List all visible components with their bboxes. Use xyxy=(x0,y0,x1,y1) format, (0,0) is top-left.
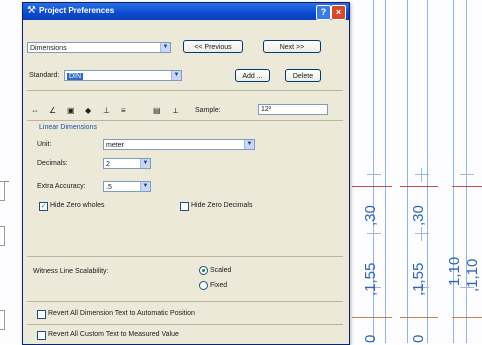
extra-accuracy-label: Extra Accuracy: xyxy=(37,183,86,190)
unit-select[interactable]: meter ▼ xyxy=(103,139,255,150)
category-value: Dimensions xyxy=(30,45,67,52)
dimension-node xyxy=(415,168,429,182)
extra-accuracy-select[interactable]: .5 ▼ xyxy=(103,181,151,192)
help-button[interactable]: ? xyxy=(316,5,331,20)
revert-custom-text-checkbox[interactable] xyxy=(37,331,46,340)
edge-mark xyxy=(0,181,5,201)
project-preferences-dialog: ⚒ Project Preferences ? × Dimensions ▼ <… xyxy=(22,2,350,345)
standard-value: DIN xyxy=(67,73,84,80)
dimension-text[interactable]: 1,10 xyxy=(446,257,463,286)
group-heading: Linear Dimensions xyxy=(39,124,97,131)
standard-select[interactable]: DIN ▼ xyxy=(64,70,182,81)
add-button[interactable]: Add ... xyxy=(235,69,270,82)
decimals-select[interactable]: 2 ▼ xyxy=(103,158,151,169)
grid-line xyxy=(453,0,454,343)
divider xyxy=(27,90,343,91)
level-icon[interactable]: ◆ xyxy=(85,106,91,115)
standard-label: Standard: xyxy=(29,72,60,79)
decimals-label: Decimals: xyxy=(37,160,68,167)
unit-label: Unit: xyxy=(37,141,52,148)
chevron-down-icon[interactable]: ▼ xyxy=(160,43,170,52)
hide-zero-wholes-label[interactable]: Hide Zero wholes xyxy=(50,202,104,209)
dimension-style-icon[interactable]: ▤ xyxy=(153,106,161,115)
sample-label: Sample: xyxy=(195,107,221,114)
fixed-label[interactable]: Fixed xyxy=(210,282,227,289)
dimension-marker xyxy=(400,186,438,187)
decimals-value: 2 xyxy=(106,161,110,168)
chevron-down-icon[interactable]: ▼ xyxy=(171,71,181,80)
chevron-down-icon[interactable]: ▼ xyxy=(140,159,150,168)
unit-value: meter xyxy=(106,142,124,149)
hide-zero-decimals-checkbox[interactable] xyxy=(180,202,189,211)
marker-icon[interactable]: ⟂ xyxy=(173,106,178,116)
dimension-text[interactable]: ,1,10 xyxy=(464,259,481,292)
witness-label: Witness Line Scalability: xyxy=(33,268,109,275)
extra-accuracy-value: .5 xyxy=(106,184,112,191)
chevron-down-icon[interactable]: ▼ xyxy=(140,182,150,191)
unit-icon[interactable]: ⇔ xyxy=(31,106,39,115)
delete-button[interactable]: Delete xyxy=(285,69,321,82)
previous-button[interactable]: << Previous xyxy=(183,40,243,53)
sample-field[interactable]: 12³ xyxy=(258,104,328,115)
dialog-title: Project Preferences xyxy=(39,6,115,15)
dimension-node xyxy=(460,168,474,182)
hide-zero-decimals-label[interactable]: Hide Zero Decimals xyxy=(191,202,252,209)
dimension-node xyxy=(367,227,381,241)
dimension-marker xyxy=(452,186,482,187)
dimension-node xyxy=(415,227,429,241)
scaled-label[interactable]: Scaled xyxy=(210,267,231,274)
hide-zero-wholes-checkbox[interactable]: ✓ xyxy=(39,202,48,211)
dimension-node xyxy=(367,168,381,182)
revert-auto-position-label[interactable]: Revert All Dimension Text to Automatic P… xyxy=(48,310,195,317)
dimension-text[interactable]: ,30 xyxy=(362,205,379,226)
text-style-icon[interactable]: ≡ xyxy=(121,106,126,115)
edge-mark xyxy=(0,310,5,330)
next-button[interactable]: Next >> xyxy=(263,40,321,53)
dimension-text[interactable]: 0 xyxy=(410,335,427,343)
scaled-radio[interactable] xyxy=(199,266,208,275)
revert-custom-text-label[interactable]: Revert All Custom Text to Measured Value xyxy=(48,331,179,338)
edge-mark xyxy=(0,226,5,246)
divider xyxy=(27,256,343,257)
area-icon[interactable]: ▣ xyxy=(67,106,75,115)
divider xyxy=(27,324,343,325)
dimension-marker xyxy=(452,317,482,318)
app-icon: ⚒ xyxy=(27,5,36,16)
grid-line xyxy=(385,0,386,343)
grid-line xyxy=(407,0,408,343)
height-icon[interactable]: ⊥ xyxy=(103,106,110,115)
dimension-marker xyxy=(352,317,392,318)
dimension-text[interactable]: 0 xyxy=(362,335,379,343)
dimension-text[interactable]: ,30 xyxy=(410,205,427,226)
divider xyxy=(27,301,343,302)
dimension-marker xyxy=(352,186,392,187)
fixed-radio[interactable] xyxy=(199,281,208,290)
angle-icon[interactable]: ∠ xyxy=(49,106,56,115)
chevron-down-icon[interactable]: ▼ xyxy=(244,140,254,149)
title-bar[interactable]: ⚒ Project Preferences ? × xyxy=(23,3,349,20)
revert-auto-position-checkbox[interactable] xyxy=(37,310,46,319)
divider xyxy=(27,120,343,121)
close-button[interactable]: × xyxy=(331,5,346,20)
category-select[interactable]: Dimensions ▼ xyxy=(27,42,171,53)
dimension-text[interactable]: ,1,55 xyxy=(410,263,427,296)
dimension-marker xyxy=(400,317,438,318)
dimension-text[interactable]: ,1,55 xyxy=(362,263,379,296)
